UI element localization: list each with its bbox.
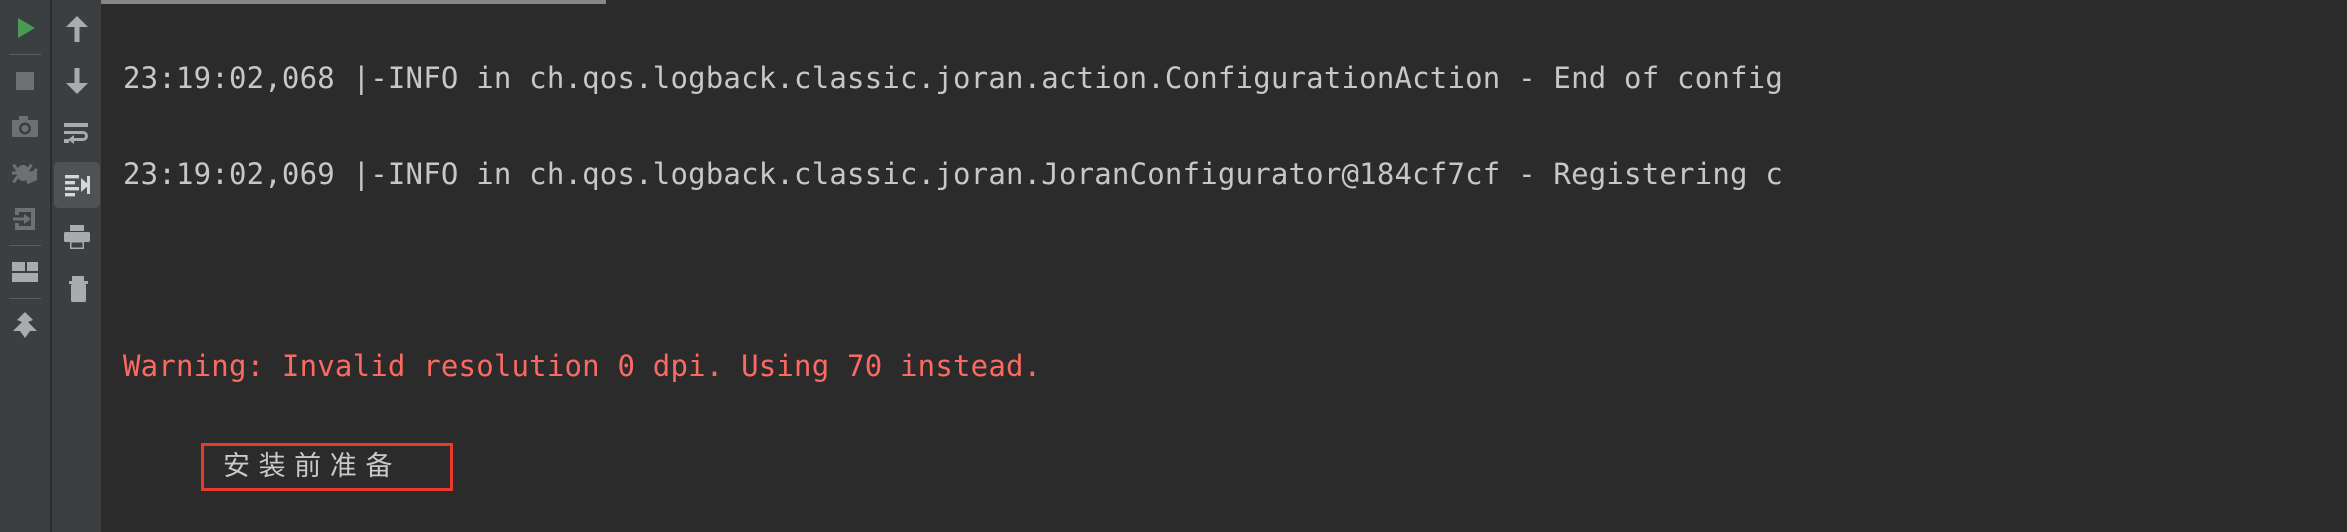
debug-button[interactable] bbox=[2, 150, 48, 196]
console-actions-toolbar bbox=[50, 0, 101, 532]
log-line-info-1: 23:19:02,068 |-INFO in ch.qos.logback.cl… bbox=[123, 61, 1783, 95]
toolbar-divider-1 bbox=[9, 54, 41, 55]
rerun-button[interactable] bbox=[2, 5, 48, 51]
soft-wrap-icon bbox=[63, 121, 91, 145]
console-text-block: 23:19:02,068 |-INFO in ch.qos.logback.cl… bbox=[101, 0, 1783, 532]
log-line-warning: Warning: Invalid resolution 0 dpi. Using… bbox=[123, 349, 1042, 383]
run-tool-window: 23:19:02,068 |-INFO in ch.qos.logback.cl… bbox=[0, 0, 2347, 532]
arrow-up-icon bbox=[64, 15, 90, 43]
highlighted-output-text: 安 装 前 准 备 bbox=[223, 451, 393, 482]
toolbar-divider-2 bbox=[9, 245, 41, 246]
scroll-up-button[interactable] bbox=[54, 6, 100, 52]
console-output-area[interactable]: 23:19:02,068 |-INFO in ch.qos.logback.cl… bbox=[101, 0, 2347, 532]
stop-button[interactable] bbox=[2, 58, 48, 104]
printer-icon bbox=[63, 224, 91, 250]
pin-icon bbox=[11, 311, 39, 339]
layout-grid-icon bbox=[11, 261, 39, 283]
toolbar-divider-3 bbox=[9, 298, 41, 299]
trash-icon bbox=[64, 275, 90, 303]
run-actions-toolbar bbox=[0, 0, 50, 532]
play-icon bbox=[12, 15, 38, 41]
log-line-blank-1 bbox=[101, 251, 1783, 290]
arrow-down-icon bbox=[64, 67, 90, 95]
import-arrow-icon bbox=[11, 205, 39, 233]
import-button[interactable] bbox=[2, 196, 48, 242]
scroll-to-end-button[interactable] bbox=[53, 162, 100, 208]
camera-icon bbox=[11, 114, 39, 140]
bug-icon bbox=[11, 160, 39, 186]
scroll-to-end-icon bbox=[63, 173, 91, 197]
stop-square-icon bbox=[12, 68, 38, 94]
soft-wrap-button[interactable] bbox=[54, 110, 100, 156]
print-button[interactable] bbox=[54, 214, 100, 260]
highlighted-output-row: 安 装 前 准 备 bbox=[101, 443, 1783, 491]
log-line-info-2: 23:19:02,069 |-INFO in ch.qos.logback.cl… bbox=[123, 157, 1783, 191]
scroll-down-button[interactable] bbox=[54, 58, 100, 104]
pin-button[interactable] bbox=[2, 302, 48, 348]
snapshot-button[interactable] bbox=[2, 104, 48, 150]
clear-all-button[interactable] bbox=[54, 266, 100, 312]
layout-button[interactable] bbox=[2, 249, 48, 295]
